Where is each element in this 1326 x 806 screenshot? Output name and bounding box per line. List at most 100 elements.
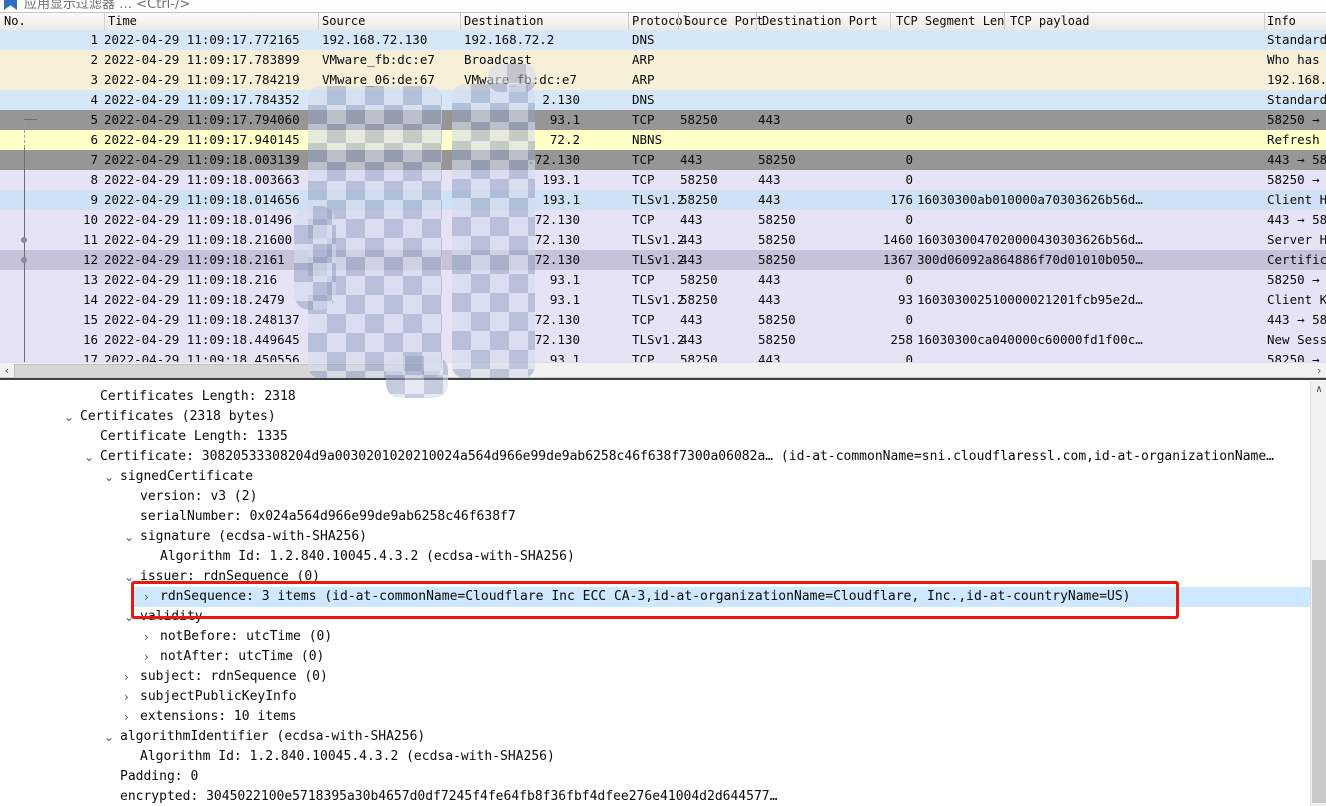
expand-arrow-icon[interactable]: ⌄ — [64, 407, 74, 427]
cell-protocol: TCP — [632, 170, 655, 190]
expand-arrow-icon[interactable]: ⌄ — [84, 447, 94, 467]
detail-tree-item[interactable]: Certificate Length: 1335 — [0, 427, 1310, 447]
scroll-up-icon[interactable]: ∧ — [1311, 384, 1326, 395]
vscrollbar-thumb[interactable] — [1312, 560, 1326, 803]
detail-tree-item[interactable]: version: v3 (2) — [0, 487, 1310, 507]
filter-bookmark-icon[interactable] — [4, 0, 17, 10]
column-header-destination[interactable]: Destination — [464, 14, 543, 28]
collapse-arrow-icon[interactable]: › — [124, 687, 129, 707]
detail-tree-item[interactable]: Algorithm Id: 1.2.840.10045.4.3.2 (ecdsa… — [0, 547, 1310, 567]
display-filter-input[interactable]: 应用显示过滤器 … <Ctrl-/> — [24, 0, 190, 12]
packet-row[interactable]: 42022-04-29 11:09:17.7843522.130DNSStand… — [0, 90, 1326, 110]
column-header-time[interactable]: Time — [108, 14, 137, 28]
packet-row[interactable]: 122022-04-29 11:09:18.216172.130TLSv1.24… — [0, 250, 1326, 270]
detail-tree-item[interactable]: ⌄signedCertificate — [0, 467, 1310, 487]
cell-time: 2022-04-29 11:09:18.216 — [104, 270, 277, 290]
cell-source-port: 443 — [680, 150, 703, 170]
column-separator[interactable] — [318, 13, 319, 30]
cell-tcp-segment-len: 93 — [846, 290, 913, 310]
column-separator[interactable] — [460, 13, 461, 30]
detail-tree-item[interactable]: ›subjectPublicKeyInfo — [0, 687, 1310, 707]
detail-tree-item[interactable]: ›notAfter: utcTime (0) — [0, 647, 1310, 667]
detail-tree-item[interactable]: ›subject: rdnSequence (0) — [0, 667, 1310, 687]
column-header-source-port[interactable]: Source Port — [684, 14, 763, 28]
detail-tree-item[interactable]: serialNumber: 0x024a564d966e99de9ab6258c… — [0, 507, 1310, 527]
packet-row[interactable]: 102022-04-29 11:09:18.0149672.130TCP4435… — [0, 210, 1326, 230]
detail-tree-item[interactable]: ⌄algorithmIdentifier (ecdsa-with-SHA256) — [0, 727, 1310, 747]
packet-row[interactable]: 52022-04-29 11:09:17.79406093.1TCP582504… — [0, 110, 1326, 130]
scroll-left-icon[interactable]: ‹ — [0, 363, 14, 378]
detail-tree-item[interactable]: Padding: 0 — [0, 767, 1310, 787]
packet-row[interactable]: 72022-04-29 11:09:18.003139.72.130TCP443… — [0, 150, 1326, 170]
packet-row[interactable]: 112022-04-29 11:09:18.2160072.130TLSv1.2… — [0, 230, 1326, 250]
column-separator[interactable] — [756, 13, 757, 30]
collapse-arrow-icon[interactable]: › — [124, 667, 129, 687]
cell-source: 192.168.72.130 — [322, 30, 427, 50]
packet-row[interactable]: 32022-04-29 11:09:17.784219VMware_06:de:… — [0, 70, 1326, 90]
column-separator[interactable] — [678, 13, 679, 30]
collapse-arrow-icon[interactable]: › — [144, 647, 149, 667]
packet-row[interactable]: 142022-04-29 11:09:18.247993.1TLSv1.2582… — [0, 290, 1326, 310]
cell-no: 16 — [40, 330, 98, 350]
packet-row[interactable]: 162022-04-29 11:09:18.44964572.130TLSv1.… — [0, 330, 1326, 350]
detail-vscrollbar[interactable]: ∧ — [1310, 381, 1326, 806]
column-separator[interactable] — [104, 13, 105, 30]
cell-protocol: TLSv1.2 — [632, 230, 685, 250]
cell-destination-port: 443 — [758, 270, 781, 290]
cell-info: 443 → 58 — [1267, 210, 1326, 230]
expand-arrow-icon[interactable]: ⌄ — [104, 467, 114, 487]
packet-row[interactable]: 132022-04-29 11:09:18.21693.1TCP58250443… — [0, 270, 1326, 290]
detail-tree-label: Certificates Length: 2318 — [100, 387, 296, 407]
column-header-protocol[interactable]: Protocol — [632, 14, 690, 28]
packet-row[interactable]: 62022-04-29 11:09:17.94014572.2NBNSRefre… — [0, 130, 1326, 150]
cell-info: New Sess — [1267, 330, 1326, 350]
censor-mosaic-destination — [488, 64, 536, 92]
collapse-arrow-icon[interactable]: › — [124, 707, 129, 727]
collapse-arrow-icon[interactable]: › — [144, 627, 149, 647]
packet-row[interactable]: 152022-04-29 11:09:18.24813772.130TCP443… — [0, 310, 1326, 330]
packet-row[interactable]: 92022-04-29 11:09:18.014656193.1TLSv1.25… — [0, 190, 1326, 210]
detail-tree-item[interactable]: ⌄signature (ecdsa-with-SHA256) — [0, 527, 1310, 547]
column-header-tcp-payload[interactable]: TCP payload — [1010, 14, 1089, 28]
scroll-right-icon[interactable]: › — [1312, 363, 1326, 378]
column-separator[interactable] — [628, 13, 629, 30]
detail-tree-item[interactable]: encrypted: 3045022100e5718395a30b4657d0d… — [0, 787, 1310, 806]
cell-source-port: 58250 — [680, 170, 718, 190]
column-separator[interactable] — [890, 13, 891, 30]
cell-time: 2022-04-29 11:09:18.003663 — [104, 170, 300, 190]
column-header-info[interactable]: Info — [1267, 14, 1296, 28]
cell-destination: 192.168.72.2 — [464, 30, 554, 50]
packet-row[interactable]: 82022-04-29 11:09:18.003663193.1TCP58250… — [0, 170, 1326, 190]
cell-destination-port: 58250 — [758, 230, 796, 250]
column-header-tcp-segment-len[interactable]: TCP Segment Len — [896, 14, 1004, 28]
column-separator[interactable] — [1004, 13, 1005, 30]
censor-mosaic-source — [294, 206, 336, 310]
detail-tree-item[interactable]: ⌄Certificates (2318 bytes) — [0, 407, 1310, 427]
cell-protocol: ARP — [632, 70, 655, 90]
cell-destination-port: 443 — [758, 350, 781, 362]
cell-tcp-segment-len: 0 — [846, 170, 913, 190]
detail-tree-label: version: v3 (2) — [140, 487, 257, 507]
packet-row[interactable]: 22022-04-29 11:09:17.783899VMware_fb:dc:… — [0, 50, 1326, 70]
column-header-source[interactable]: Source — [322, 14, 365, 28]
packet-row[interactable]: 12022-04-29 11:09:17.772165192.168.72.13… — [0, 30, 1326, 50]
expand-arrow-icon[interactable]: ⌄ — [124, 527, 134, 547]
detail-tree-item[interactable]: Certificates Length: 2318 — [0, 387, 1310, 407]
display-filter-bar[interactable]: 应用显示过滤器 … <Ctrl-/> — [0, 0, 1326, 13]
packet-list-hscrollbar[interactable]: ‹ › — [0, 362, 1326, 378]
detail-tree-item[interactable]: ›extensions: 10 items — [0, 707, 1310, 727]
cell-info: Client K — [1267, 290, 1326, 310]
detail-tree-item[interactable]: Algorithm Id: 1.2.840.10045.4.3.2 (ecdsa… — [0, 747, 1310, 767]
column-header-no-[interactable]: No. — [4, 14, 26, 28]
cell-time: 2022-04-29 11:09:17.784219 — [104, 70, 300, 90]
cell-protocol: NBNS — [632, 130, 662, 150]
column-header-destination-port[interactable]: Destination Port — [762, 14, 878, 28]
detail-tree-item[interactable]: ⌄Certificate: 30820533308204d9a003020102… — [0, 447, 1310, 467]
column-separator[interactable] — [1264, 13, 1265, 30]
cell-info: 58250 → — [1267, 350, 1320, 362]
cell-tcp-segment-len: 0 — [846, 210, 913, 230]
packet-row[interactable]: 172022-04-29 11:09:18.45055693.1TCP58250… — [0, 350, 1326, 362]
pane-splitter-line[interactable] — [0, 378, 1326, 380]
expand-arrow-icon[interactable]: ⌄ — [104, 727, 114, 747]
detail-tree-item[interactable]: ›notBefore: utcTime (0) — [0, 627, 1310, 647]
